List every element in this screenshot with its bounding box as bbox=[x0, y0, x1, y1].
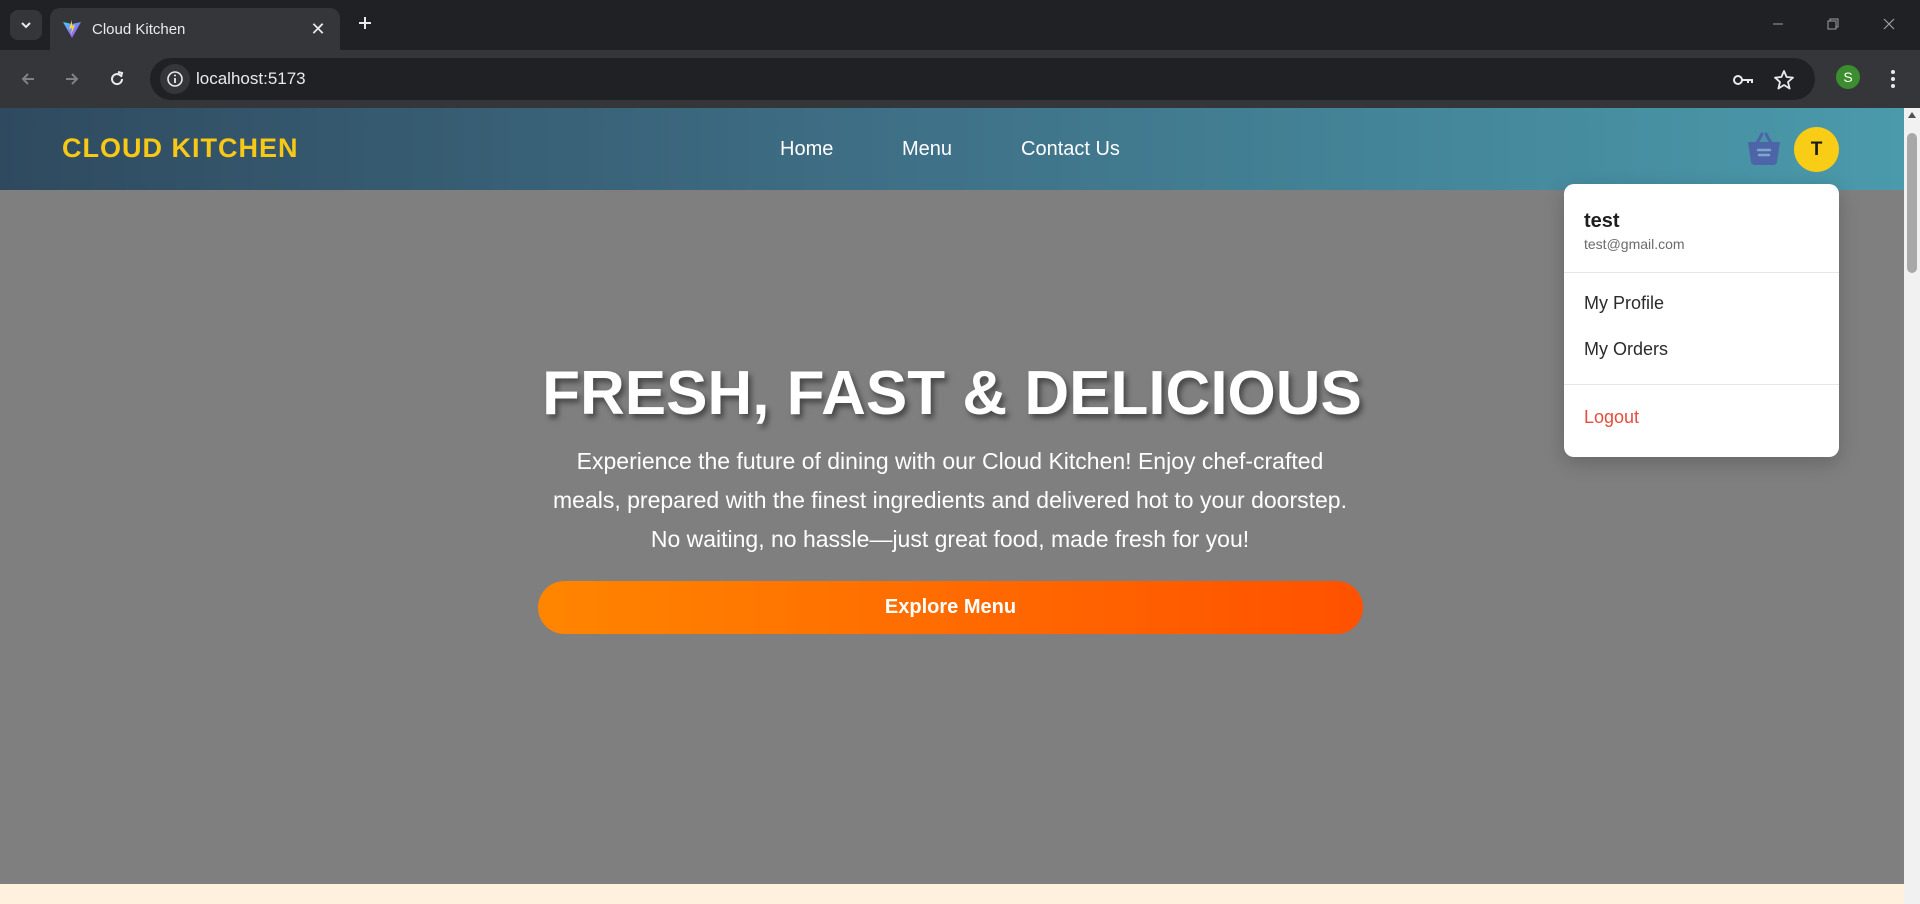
reload-icon bbox=[111, 71, 124, 86]
browser-menu-button[interactable] bbox=[1880, 64, 1906, 94]
bookmark-button[interactable] bbox=[1771, 67, 1797, 93]
minimize-button[interactable] bbox=[1758, 10, 1798, 38]
nav-link-menu[interactable]: Menu bbox=[902, 138, 952, 161]
browser-profile-avatar[interactable]: S bbox=[1836, 65, 1860, 89]
minimize-icon bbox=[1773, 23, 1783, 25]
shopping-basket-icon bbox=[1748, 132, 1780, 165]
arrow-left-icon bbox=[21, 73, 34, 85]
my-orders-item[interactable]: My Orders bbox=[1584, 339, 1668, 360]
new-tab-button[interactable] bbox=[352, 12, 378, 38]
info-icon bbox=[167, 71, 183, 87]
browser-tab[interactable]: Cloud Kitchen ✕ bbox=[50, 8, 340, 50]
logout-item[interactable]: Logout bbox=[1584, 407, 1639, 428]
restore-icon bbox=[1827, 18, 1839, 30]
address-url[interactable]: localhost:5173 bbox=[196, 69, 306, 89]
user-avatar-button[interactable]: T bbox=[1794, 127, 1839, 172]
explore-menu-button[interactable]: Explore Menu bbox=[538, 581, 1363, 634]
nav-link-contact[interactable]: Contact Us bbox=[1021, 138, 1120, 161]
star-icon bbox=[1774, 70, 1794, 90]
address-bar[interactable]: localhost:5173 bbox=[150, 58, 1815, 100]
dropdown-divider bbox=[1564, 272, 1839, 273]
site-navbar: CLOUD KITCHEN Home Menu Contact Us T bbox=[0, 108, 1904, 190]
hero-description: Experience the future of dining with our… bbox=[553, 448, 1347, 552]
chevron-down-icon bbox=[21, 22, 31, 29]
vite-logo-icon bbox=[62, 19, 82, 39]
plus-icon bbox=[359, 17, 371, 29]
back-button[interactable] bbox=[13, 64, 43, 94]
tab-title: Cloud Kitchen bbox=[92, 20, 186, 38]
brand-logo[interactable]: CLOUD KITCHEN bbox=[62, 133, 299, 164]
dropdown-divider bbox=[1564, 384, 1839, 385]
page-scrollbar[interactable] bbox=[1904, 108, 1920, 904]
cart-button[interactable] bbox=[1744, 128, 1784, 168]
site-info-button[interactable] bbox=[160, 64, 190, 94]
password-key-button[interactable] bbox=[1730, 67, 1756, 93]
page-viewport: CLOUD KITCHEN Home Menu Contact Us T FRE… bbox=[0, 108, 1904, 904]
kebab-menu-icon bbox=[1891, 70, 1895, 88]
nav-link-home[interactable]: Home bbox=[780, 138, 833, 161]
arrow-right-icon bbox=[66, 73, 79, 85]
browser-toolbar: localhost:5173 S bbox=[0, 50, 1920, 108]
dropdown-user-email: test@gmail.com bbox=[1584, 236, 1685, 252]
next-section-edge bbox=[0, 884, 1904, 904]
user-dropdown-menu: test test@gmail.com My Profile My Orders… bbox=[1564, 184, 1839, 457]
close-window-button[interactable] bbox=[1869, 10, 1909, 38]
key-icon bbox=[1733, 75, 1753, 85]
browser-tabstrip: Cloud Kitchen ✕ bbox=[0, 0, 1920, 50]
scroll-up-arrow-icon[interactable] bbox=[1908, 112, 1916, 118]
dropdown-user-name: test bbox=[1584, 210, 1620, 232]
forward-button[interactable] bbox=[57, 64, 87, 94]
reload-button[interactable] bbox=[102, 64, 132, 94]
restore-button[interactable] bbox=[1813, 10, 1853, 38]
scroll-thumb[interactable] bbox=[1907, 133, 1917, 273]
close-icon bbox=[1883, 18, 1895, 30]
tab-close-icon[interactable]: ✕ bbox=[308, 19, 328, 40]
my-profile-item[interactable]: My Profile bbox=[1584, 293, 1664, 314]
tab-search-button[interactable] bbox=[10, 10, 42, 40]
